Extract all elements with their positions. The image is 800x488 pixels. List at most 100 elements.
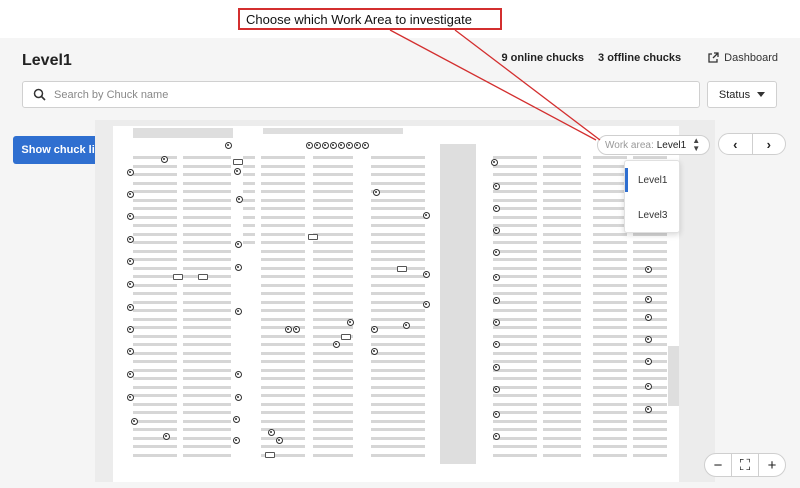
chuck-marker-icon[interactable] [354, 142, 361, 149]
chuck-marker-icon[interactable] [423, 301, 430, 308]
chuck-marker-icon[interactable] [347, 319, 354, 326]
vehicle-icon[interactable] [173, 274, 183, 280]
chuck-marker-icon[interactable] [645, 383, 652, 390]
chuck-marker-icon[interactable] [161, 156, 168, 163]
storage-rack [633, 402, 667, 406]
chuck-marker-icon[interactable] [493, 364, 500, 371]
storage-rack [593, 249, 627, 253]
chuck-marker-icon[interactable] [423, 271, 430, 278]
chuck-marker-icon[interactable] [493, 249, 500, 256]
storage-rack [313, 309, 353, 312]
chuck-marker-icon[interactable] [127, 326, 134, 333]
chuck-marker-icon[interactable] [127, 191, 134, 198]
chuck-marker-icon[interactable] [268, 429, 275, 436]
chuck-marker-icon[interactable] [127, 281, 134, 288]
chuck-marker-icon[interactable] [235, 371, 242, 378]
storage-rack [261, 377, 305, 380]
chuck-marker-icon[interactable] [362, 142, 369, 149]
chuck-marker-icon[interactable] [322, 142, 329, 149]
search-input[interactable] [54, 88, 654, 101]
chuck-marker-icon[interactable] [338, 142, 345, 149]
chuck-marker-icon[interactable] [285, 326, 292, 333]
chuck-marker-icon[interactable] [330, 142, 337, 149]
chuck-marker-icon[interactable] [493, 183, 500, 190]
chuck-marker-icon[interactable] [163, 433, 170, 440]
storage-rack [493, 164, 537, 168]
chuck-marker-icon[interactable] [235, 264, 242, 271]
chuck-marker-icon[interactable] [127, 348, 134, 355]
vehicle-icon[interactable] [341, 334, 351, 340]
chuck-marker-icon[interactable] [236, 196, 243, 203]
chuck-marker-icon[interactable] [131, 418, 138, 425]
chuck-marker-icon[interactable] [235, 241, 242, 248]
chuck-marker-icon[interactable] [493, 433, 500, 440]
chuck-marker-icon[interactable] [493, 341, 500, 348]
chuck-marker-icon[interactable] [333, 341, 340, 348]
chuck-marker-icon[interactable] [371, 326, 378, 333]
storage-rack [133, 377, 177, 380]
chuck-marker-icon[interactable] [127, 236, 134, 243]
chuck-marker-icon[interactable] [371, 348, 378, 355]
storage-rack [593, 317, 627, 321]
storage-rack [493, 453, 537, 457]
storage-rack [313, 326, 353, 329]
chuck-marker-icon[interactable] [127, 258, 134, 265]
chuck-marker-icon[interactable] [493, 411, 500, 418]
vehicle-icon[interactable] [308, 234, 318, 240]
chuck-marker-icon[interactable] [493, 274, 500, 281]
chuck-marker-icon[interactable] [235, 308, 242, 315]
chuck-marker-icon[interactable] [645, 296, 652, 303]
work-area-option-level3[interactable]: Level3 [625, 199, 679, 231]
chuck-marker-icon[interactable] [645, 314, 652, 321]
storage-rack [593, 232, 627, 236]
warehouse-map[interactable] [95, 120, 715, 482]
work-area-dropdown: Level1 Level3 [624, 160, 680, 233]
search-field[interactable] [22, 81, 700, 108]
chuck-marker-icon[interactable] [127, 371, 134, 378]
zoom-out-button[interactable]: − [705, 454, 731, 476]
chuck-marker-icon[interactable] [127, 304, 134, 311]
next-area-button[interactable]: › [751, 134, 786, 154]
vehicle-icon[interactable] [397, 266, 407, 272]
chuck-marker-icon[interactable] [127, 169, 134, 176]
previous-area-button[interactable]: ‹ [719, 134, 752, 154]
chuck-marker-icon[interactable] [373, 189, 380, 196]
storage-rack [183, 283, 231, 287]
chuck-marker-icon[interactable] [235, 394, 242, 401]
storage-rack [133, 249, 177, 253]
chuck-marker-icon[interactable] [645, 266, 652, 273]
chuck-marker-icon[interactable] [233, 437, 240, 444]
chuck-marker-icon[interactable] [645, 336, 652, 343]
chuck-marker-icon[interactable] [491, 159, 498, 166]
work-area-option-level1[interactable]: Level1 [625, 164, 679, 196]
chuck-marker-icon[interactable] [423, 212, 430, 219]
chuck-marker-icon[interactable] [314, 142, 321, 149]
work-area-select[interactable]: Work area: Level1 ▲ ▼ [597, 135, 710, 155]
chuck-marker-icon[interactable] [127, 394, 134, 401]
fit-to-screen-button[interactable]: ⛶ [731, 454, 758, 476]
chuck-marker-icon[interactable] [493, 205, 500, 212]
chuck-marker-icon[interactable] [493, 319, 500, 326]
chuck-marker-icon[interactable] [225, 142, 232, 149]
chuck-marker-icon[interactable] [493, 386, 500, 393]
chuck-marker-icon[interactable] [493, 227, 500, 234]
chuck-marker-icon[interactable] [276, 437, 283, 444]
chuck-marker-icon[interactable] [306, 142, 313, 149]
storage-rack [133, 445, 177, 448]
status-filter-button[interactable]: Status [707, 81, 777, 108]
chuck-marker-icon[interactable] [493, 297, 500, 304]
dashboard-link[interactable]: Dashboard [707, 52, 778, 64]
chuck-marker-icon[interactable] [645, 406, 652, 413]
chuck-marker-icon[interactable] [403, 322, 410, 329]
chuck-marker-icon[interactable] [293, 326, 300, 333]
zoom-in-button[interactable]: + [758, 454, 785, 476]
vehicle-icon[interactable] [198, 274, 208, 280]
chuck-marker-icon[interactable] [233, 416, 240, 423]
chuck-marker-icon[interactable] [234, 168, 241, 175]
storage-rack [543, 190, 581, 193]
vehicle-icon[interactable] [233, 159, 243, 165]
chuck-marker-icon[interactable] [127, 213, 134, 220]
chuck-marker-icon[interactable] [346, 142, 353, 149]
vehicle-icon[interactable] [265, 452, 275, 458]
chuck-marker-icon[interactable] [645, 358, 652, 365]
